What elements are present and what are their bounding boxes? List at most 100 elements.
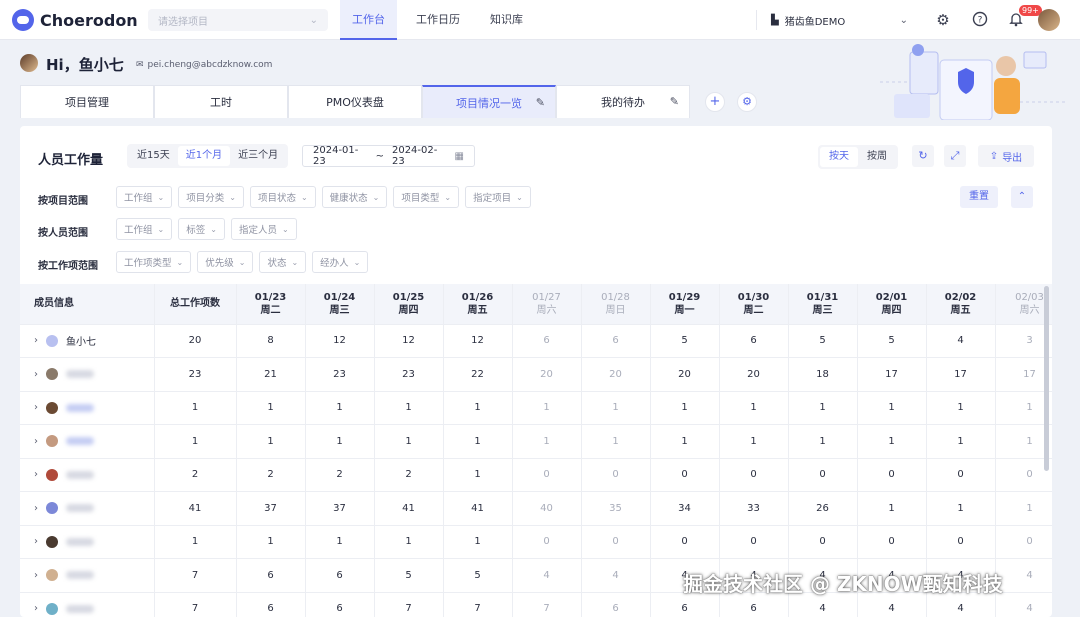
reset-button[interactable]: 重置 [960,186,998,208]
day-work-items-cell: 21 [236,357,306,392]
export-label: 导出 [1002,152,1023,164]
tab-project-overview[interactable]: 项目情况一览 ✎ [422,85,556,118]
expand-chevron-right-icon[interactable]: › [34,436,38,447]
filter-chip-project-category[interactable]: 项目分类 ⌄ [178,186,244,208]
expand-chevron-right-icon[interactable]: › [34,536,38,547]
project-select[interactable]: 请选择项目 ⌄ [148,9,328,31]
day-weekday: 周二 [260,304,281,316]
day-work-items-cell: 0 [995,525,1052,559]
member-name-redacted [66,537,94,546]
filter-chip-specified-project[interactable]: 指定项目 ⌄ [465,186,531,208]
tab-work-hours[interactable]: 工时 [154,85,288,118]
chevron-down-icon: ⌄ [210,224,217,234]
table-row[interactable]: › 1 1 1 1 1 1 1 1 1 1 1 1 1 [20,424,1052,459]
day-work-items-cell: 1 [719,391,789,425]
filter-chip-specified-member[interactable]: 指定人员 ⌄ [230,218,297,240]
day-work-items-cell: 6 [236,558,306,593]
tab-project-management[interactable]: 项目管理 [20,85,154,118]
range-option-15-days[interactable]: 近15天 [129,146,178,166]
organization-select[interactable]: ▙ 猪齿鱼DEMO ⌄ [756,10,916,30]
date-range-picker[interactable]: 2024-01-23 ~ 2024-02-23 ▦ [302,145,475,167]
filter-label-work-item-scope: 按工作项范围 [38,261,98,272]
filter-label-member-scope: 按人员范围 [38,228,88,239]
expand-chevron-right-icon[interactable]: › [34,402,38,413]
help-question-icon[interactable]: ? [971,11,989,29]
refresh-icon[interactable]: ↻ [912,145,934,167]
member-avatar [46,401,58,414]
day-work-items-cell: 41 [443,491,513,526]
day-work-items-cell: 1 [926,491,996,526]
day-work-items-cell: 1 [857,391,927,425]
greeting-text: Hi，鱼小七 [46,56,124,74]
day-work-items-cell: 23 [374,357,444,392]
filter-chip-work-group[interactable]: 工作组 ⌄ [116,186,173,208]
table-row[interactable]: › 2 2 2 2 1 0 0 0 0 0 0 0 0 [20,458,1052,492]
settings-gear-icon[interactable]: ⚙ [934,11,952,29]
edit-pencil-icon[interactable]: ✎ [536,96,545,109]
filter-chip-health-status[interactable]: 健康状态 ⌄ [321,186,388,208]
filter-chip-project-status[interactable]: 项目状态 ⌄ [249,186,316,208]
filter-chip-work-group[interactable]: 工作组 ⌄ [116,218,173,240]
collapse-chevron-up-icon[interactable]: ⌃ [1011,186,1033,208]
tab-settings-gear-icon[interactable]: ⚙ [737,92,757,112]
expand-chevron-right-icon[interactable]: › [34,469,38,480]
day-work-items-cell: 40 [512,491,582,526]
add-tab-plus-icon[interactable]: + [705,92,725,112]
table-scrollbar[interactable] [1044,286,1049,471]
range-option-3-months[interactable]: 近三个月 [230,146,286,166]
day-work-items-cell: 0 [719,458,789,492]
table-row[interactable]: › 23 21 23 23 22 20 20 20 20 18 17 17 17 [20,357,1052,392]
day-work-items-cell: 1 [650,424,720,459]
mail-icon: ✉ [136,60,144,70]
filter-chip-label: 经办人 [320,258,349,269]
total-work-items-cell: 23 [154,357,237,392]
day-work-items-cell: 37 [236,491,306,526]
day-work-items-cell: 1 [512,391,582,425]
filter-chip-status[interactable]: 状态 ⌄ [259,251,307,273]
app-logo[interactable]: Choerodon [12,9,138,31]
table-row[interactable]: › 1 1 1 1 1 0 0 0 0 0 0 0 0 [20,525,1052,559]
expand-chevron-right-icon[interactable]: › [34,603,38,614]
member-avatar [46,468,58,481]
day-work-items-cell: 0 [512,458,582,492]
tab-pmo-dashboard[interactable]: PMO仪表盘 [288,85,422,118]
nav-tab-workbench[interactable]: 工作台 [340,0,397,40]
filter-chip-tag[interactable]: 标签 ⌄ [178,218,225,240]
table-row[interactable]: › 41 37 37 41 41 40 35 34 33 26 1 1 1 [20,491,1052,526]
expand-chevron-right-icon[interactable]: › [34,369,38,380]
nav-tab-work-calendar[interactable]: 工作日历 [404,0,472,40]
expand-chevron-right-icon[interactable]: › [34,570,38,581]
day-work-items-cell: 6 [581,324,651,358]
day-date: 01/28 [601,291,630,303]
fullscreen-icon[interactable]: ⤢ [944,145,966,167]
member-avatar [46,535,58,548]
tab-my-todo[interactable]: 我的待办 ✎ [556,85,690,118]
filter-chip-work-item-type[interactable]: 工作项类型 ⌄ [116,251,192,273]
member-cell: › [20,357,155,392]
member-name-redacted [66,403,94,412]
filter-chip-assignee[interactable]: 经办人 ⌄ [312,251,369,273]
member-workload-card: 人员工作量 近15天 近1个月 近三个月 2024-01-23 ~ 2024-0… [20,126,1052,617]
expand-chevron-right-icon[interactable]: › [34,503,38,514]
filter-chip-project-type[interactable]: 项目类型 ⌄ [393,186,460,208]
day-work-items-cell: 1 [443,424,513,459]
filter-row-work-item-scope: 工作项类型 ⌄ 优先级 ⌄ 状态 ⌄ 经办人 ⌄ [116,251,369,273]
filter-chip-priority[interactable]: 优先级 ⌄ [197,251,254,273]
table-row[interactable]: › 1 1 1 1 1 1 1 1 1 1 1 1 1 [20,391,1052,425]
filter-chip-label: 工作组 [124,225,153,236]
user-avatar[interactable] [1038,9,1060,31]
total-work-items-cell: 41 [154,491,237,526]
day-work-items-cell: 1 [305,424,375,459]
expand-chevron-right-icon[interactable]: › [34,335,38,346]
granularity-by-day[interactable]: 按天 [820,147,858,167]
day-work-items-cell: 6 [305,592,375,617]
member-name-redacted [66,604,94,613]
nav-tab-knowledge-base[interactable]: 知识库 [478,0,535,40]
export-button[interactable]: ⇪ 导出 [978,145,1034,167]
day-work-items-cell: 34 [650,491,720,526]
range-option-1-month[interactable]: 近1个月 [177,146,231,166]
granularity-by-week[interactable]: 按周 [858,147,896,167]
edit-pencil-icon[interactable]: ✎ [670,95,679,108]
table-row[interactable]: › 鱼小七 20 8 12 12 12 6 6 5 6 5 5 4 3 [20,324,1052,358]
column-header-day: 01/29 周一 [650,284,720,325]
